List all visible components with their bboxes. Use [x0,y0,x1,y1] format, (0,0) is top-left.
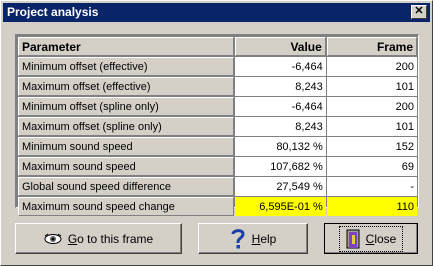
table-row[interactable]: Maximum sound speed change 6,595E-01 % 110 [18,197,417,216]
table-row[interactable]: Maximum offset (spline only) 8,243 101 [18,117,417,136]
table-row[interactable]: Minimum offset (spline only) -6,464 200 [18,97,417,116]
frame-cell: 69 [326,157,417,176]
value-cell: 8,243 [234,77,326,96]
value-cell: 107,682 % [234,157,326,176]
parameter-cell: Minimum sound speed [18,137,234,156]
value-cell: 80,132 % [234,137,326,156]
parameter-cell: Maximum sound speed [18,157,234,176]
frame-cell: 200 [326,57,417,76]
table-row[interactable]: Global sound speed difference 27,549 % - [18,177,417,196]
frame-cell: 110 [326,197,417,216]
frame-cell: 101 [326,77,417,96]
column-header-frame[interactable]: Frame [326,37,417,56]
question-mark-icon [230,228,246,250]
table-row[interactable]: Minimum offset (effective) -6,464 200 [18,57,417,76]
value-cell: 27,549 % [234,177,326,196]
frame-cell: - [326,177,417,196]
close-button-focus-frame: Close [338,225,404,252]
value-cell: -6,464 [234,57,326,76]
table-row[interactable]: Minimum sound speed 80,132 % 152 [18,137,417,156]
close-label: Close [365,231,397,246]
close-icon: ✕ [414,5,424,17]
close-button[interactable]: Close [324,223,418,254]
parameter-cell: Maximum offset (effective) [18,77,234,96]
project-analysis-window: Project analysis ✕ Parameter Value Frame… [0,0,433,266]
eye-icon [44,233,62,245]
go-to-frame-label: Go to this frame [67,231,154,246]
frame-cell: 200 [326,97,417,116]
go-to-frame-button[interactable]: Go to this frame [15,223,182,254]
table-row[interactable]: Maximum offset (effective) 8,243 101 [18,77,417,96]
window-title: Project analysis [7,5,99,19]
title-bar: Project analysis ✕ [3,3,430,22]
header-row: Parameter Value Frame [18,37,417,56]
value-cell: -6,464 [234,97,326,116]
door-exit-icon [346,229,360,249]
parameter-cell: Maximum offset (spline only) [18,117,234,136]
analysis-table: Parameter Value Frame Minimum offset (ef… [17,36,418,217]
analysis-grid: Parameter Value Frame Minimum offset (ef… [15,34,419,216]
close-window-button[interactable]: ✕ [411,5,427,19]
column-header-value[interactable]: Value [234,37,326,56]
table-row[interactable]: Maximum sound speed 107,682 % 69 [18,157,417,176]
parameter-cell: Minimum offset (effective) [18,57,234,76]
column-header-parameter[interactable]: Parameter [18,37,234,56]
help-label: Help [251,231,277,246]
help-button[interactable]: Help [198,223,308,254]
parameter-cell: Minimum offset (spline only) [18,97,234,116]
value-cell: 8,243 [234,117,326,136]
frame-cell: 152 [326,137,417,156]
value-cell: 6,595E-01 % [234,197,326,216]
parameter-cell: Maximum sound speed change [18,197,234,216]
frame-cell: 101 [326,117,417,136]
parameter-cell: Global sound speed difference [18,177,234,196]
